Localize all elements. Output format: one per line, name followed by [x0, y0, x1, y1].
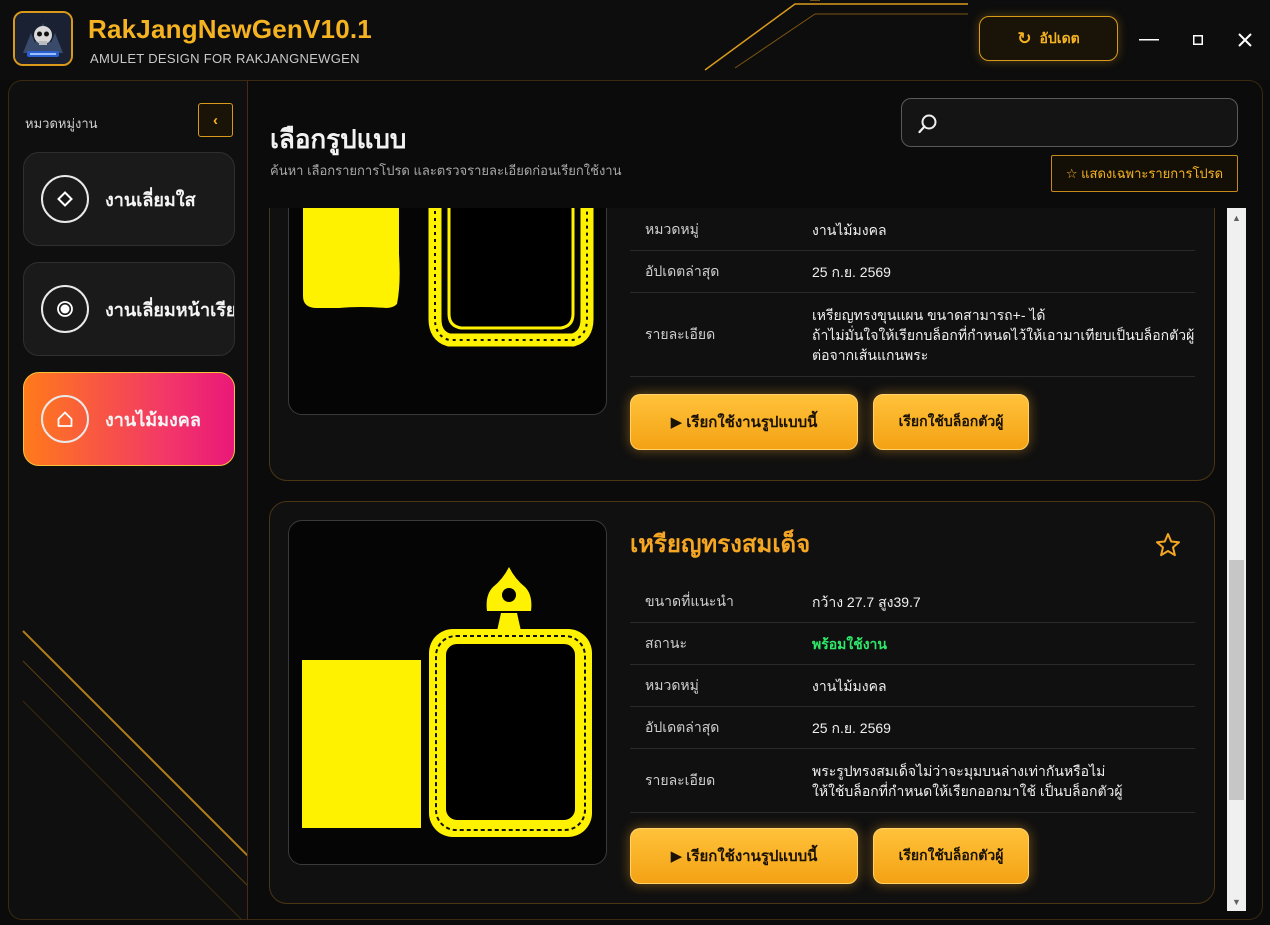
sidebar-item-label: งานเลี่ยมหน้าเรียบ — [105, 299, 235, 320]
updated-row: อัปเดตล่าสุด 25 ก.ย. 2569 — [630, 707, 1195, 749]
decorative-lines — [704, 0, 968, 71]
template-preview — [288, 520, 607, 865]
use-block-button[interactable]: เรียกใช้บล็อกตัวผู้ — [873, 828, 1029, 884]
details-label: รายละเอียด — [645, 771, 716, 788]
main-panel: เลือกรูปแบบ ค้นหา เลือกรายการโปรด และตรว… — [248, 80, 1263, 920]
status-row: สถานะ พร้อมใช้งาน — [630, 623, 1195, 665]
template-preview — [288, 208, 607, 415]
app-title: RakJangNewGenV10.1 — [88, 14, 372, 44]
page-subtitle: ค้นหา เลือกรายการโปรด และตรวจรายละเอียดก… — [270, 163, 622, 178]
chevron-left-icon: ‹ — [213, 111, 218, 129]
sidebar-item-label: งานเลี่ยมใส — [105, 189, 196, 210]
search-icon — [918, 114, 937, 134]
home-icon — [41, 395, 89, 443]
maximize-icon — [1193, 35, 1203, 45]
category-label: หมวดหมู่ — [645, 676, 699, 693]
template-card: เหรียญทรงสมเด็จ ขนาดที่แนะนำ กว้าง 27.7 … — [269, 501, 1215, 904]
decorative-lines — [22, 630, 247, 919]
scroll-down-icon[interactable]: ▼ — [1227, 892, 1246, 911]
details-line: ให้ใช้บล็อกที่กำหนดให้เรียกออกมาใช้ เป็น… — [812, 782, 1123, 799]
use-template-label: ▶ เรียกใช้งานรูปแบบนี้ — [670, 848, 818, 865]
use-block-button[interactable]: เรียกใช้บล็อกตัวผู้ — [873, 394, 1029, 450]
updated-value: 25 ก.ย. 2569 — [812, 719, 891, 736]
search-input[interactable] — [901, 98, 1238, 147]
status-label: สถานะ — [645, 634, 687, 651]
status-value: พร้อมใช้งาน — [812, 635, 887, 652]
update-button-label: อัปเดต — [1039, 29, 1080, 46]
details-value: พระรูปทรงสมเด็จไม่ว่าจะมุมบนล่างเท่ากันห… — [812, 761, 1123, 801]
title-bar: RakJangNewGenV10.1 AMULET DESIGN FOR RAK… — [0, 0, 1270, 80]
template-card: หมวดหมู่ งานไม้มงคล อัปเดตล่าสุด 25 ก.ย.… — [269, 208, 1215, 481]
sidebar-item-wood[interactable]: งานไม้มงคล — [23, 372, 235, 466]
maximize-button[interactable] — [1178, 24, 1218, 56]
scrollbar-thumb[interactable] — [1229, 560, 1244, 800]
details-row: รายละเอียด พระรูปทรงสมเด็จไม่ว่าจะมุมบนล… — [630, 749, 1195, 813]
category-row: หมวดหมู่ งานไม้มงคล — [630, 665, 1195, 707]
skull-logo-icon — [13, 11, 73, 66]
use-template-label: ▶ เรียกใช้งานรูปแบบนี้ — [670, 414, 818, 431]
amulet-preview-image — [302, 567, 592, 837]
details-line: เหรียญทรงขุนแผน ขนาดสามารถ+- ได้ — [812, 306, 1046, 323]
updated-label: อัปเดตล่าสุด — [645, 262, 720, 279]
category-value: งานไม้มงคล — [812, 677, 887, 694]
updated-label: อัปเดตล่าสุด — [645, 718, 720, 735]
favorites-filter-button[interactable]: ☆ แสดงเฉพาะรายการโปรด — [1051, 155, 1238, 192]
scroll-up-icon[interactable]: ▲ — [1227, 208, 1246, 227]
details-line: ต่อจากเส้นแกนพระ — [812, 346, 929, 363]
category-row: หมวดหมู่ งานไม้มงคล — [630, 209, 1195, 251]
sidebar-heading: หมวดหมู่งาน — [25, 116, 98, 131]
favorites-filter-label: ☆ แสดงเฉพาะรายการโปรด — [1065, 166, 1224, 181]
template-list: หมวดหมู่ งานไม้มงคล อัปเดตล่าสุด 25 ก.ย.… — [248, 208, 1248, 919]
vertical-scrollbar[interactable]: ▲ ▼ — [1227, 208, 1246, 911]
size-value: กว้าง 27.7 สูง39.7 — [812, 593, 921, 610]
update-button[interactable]: ↻ อัปเดต — [979, 16, 1118, 61]
size-label: ขนาดที่แนะนำ — [645, 592, 734, 609]
page-title: เลือกรูปแบบ — [270, 124, 407, 154]
details-label: รายละเอียด — [645, 325, 716, 342]
template-title: เหรียญทรงสมเด็จ — [630, 531, 811, 558]
close-button[interactable] — [1225, 24, 1265, 56]
radio-dot-icon — [41, 285, 89, 333]
sidebar-item-flat-frame[interactable]: งานเลี่ยมหน้าเรียบ — [23, 262, 235, 356]
favorite-star-icon[interactable] — [1155, 532, 1181, 563]
size-row: ขนาดที่แนะนำ กว้าง 27.7 สูง39.7 — [630, 581, 1195, 623]
updated-row: อัปเดตล่าสุด 25 ก.ย. 2569 — [630, 251, 1195, 293]
use-template-button[interactable]: ▶ เรียกใช้งานรูปแบบนี้ — [630, 828, 858, 884]
use-template-button[interactable]: ▶ เรียกใช้งานรูปแบบนี้ — [630, 394, 858, 450]
category-label: หมวดหมู่ — [645, 220, 699, 237]
use-block-label: เรียกใช้บล็อกตัวผู้ — [898, 413, 1004, 429]
app-subtitle: AMULET DESIGN FOR RAKJANGNEWGEN — [90, 51, 360, 66]
details-value: เหรียญทรงขุนแผน ขนาดสามารถ+- ได้ ถ้าไม่ม… — [812, 305, 1194, 365]
use-block-label: เรียกใช้บล็อกตัวผู้ — [898, 847, 1004, 863]
sidebar-item-label: งานไม้มงคล — [105, 409, 201, 430]
diamond-icon — [41, 175, 89, 223]
details-line: พระรูปทรงสมเด็จไม่ว่าจะมุมบนล่างเท่ากันห… — [812, 762, 1106, 779]
sidebar: หมวดหมู่งาน ‹ งานเลี่ยมใส งานเลี่ยมหน้าเ… — [8, 80, 248, 920]
collapse-sidebar-button[interactable]: ‹ — [198, 103, 233, 137]
updated-value: 25 ก.ย. 2569 — [812, 263, 891, 280]
details-line: ถ้าไม่มั่นใจให้เรียกบล็อกที่กำหนดไว้ให้เ… — [812, 326, 1195, 343]
category-value: งานไม้มงคล — [812, 221, 887, 238]
minimize-button[interactable] — [1129, 24, 1169, 56]
refresh-icon: ↻ — [1017, 28, 1032, 48]
sidebar-item-clear-frame[interactable]: งานเลี่ยมใส — [23, 152, 235, 246]
minimize-icon — [1139, 39, 1159, 41]
close-icon — [1238, 33, 1252, 47]
amulet-preview-image — [303, 208, 594, 347]
details-row: รายละเอียด เหรียญทรงขุนแผน ขนาดสามารถ+- … — [630, 293, 1195, 377]
